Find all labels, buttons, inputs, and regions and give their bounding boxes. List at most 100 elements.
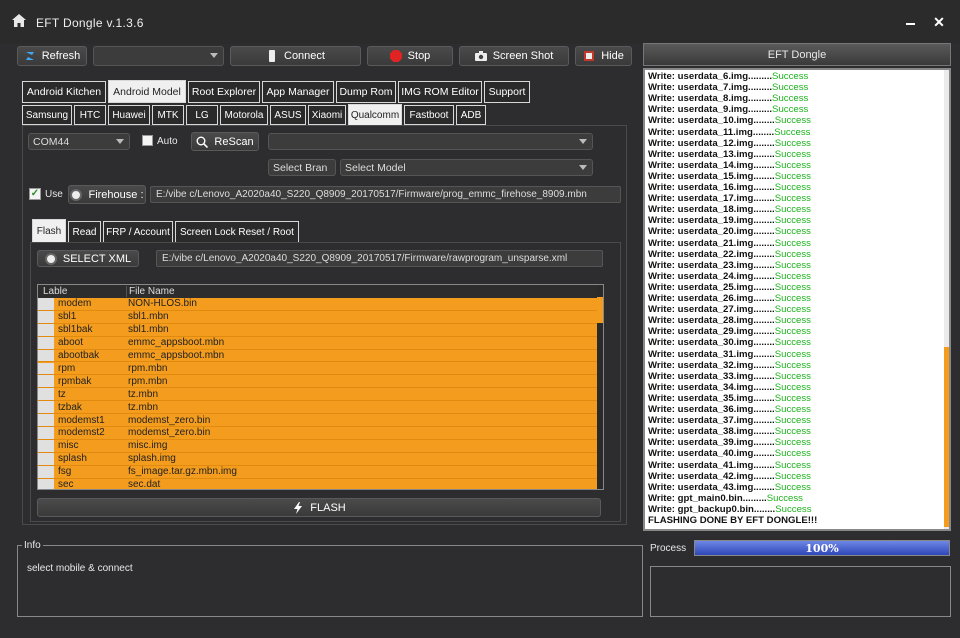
tab-mtk[interactable]: MTK [152,105,184,125]
log-line: Write: userdata_35.img........Success [648,393,811,404]
log-line: Write: userdata_18.img........Success [648,204,811,215]
column-header-filename[interactable]: File Name [126,286,175,297]
log-line: Write: userdata_38.img........Success [648,426,811,437]
use-firehose-checkbox[interactable]: ✓ [29,188,41,200]
hide-icon [584,51,595,61]
tab-samsung[interactable]: Samsung [22,105,72,125]
row-gutter [38,349,54,362]
refresh-button[interactable]: Refresh [17,46,87,66]
tab-android-kitchen[interactable]: Android Kitchen [22,81,106,103]
tab-asus[interactable]: ASUS [270,105,306,125]
log-status: Success [774,215,811,227]
log-message: Write: userdata_32.img........ [648,359,775,371]
log-message: Write: userdata_31.img........ [648,348,775,360]
log-status: Success [772,104,809,116]
column-header-label[interactable]: Lable [38,286,126,297]
tab-fastboot[interactable]: Fastboot [404,105,454,125]
rescan-button[interactable]: ReScan [191,132,259,151]
log-status: Success [774,437,811,449]
log-status: Success [774,115,811,127]
xml-path-field[interactable]: E:/vibe c/Lenovo_A2020a40_S220_Q8909_201… [156,250,603,267]
table-row[interactable]: splash splash.img [38,452,597,466]
log-message: Write: userdata_16.img........ [648,182,775,193]
flash-button[interactable]: FLASH [37,498,601,517]
tab-motorola[interactable]: Motorola [220,105,268,125]
tab-root-explorer[interactable]: Root Explorer [188,81,260,103]
tab-read[interactable]: Read [68,221,101,243]
table-row[interactable]: modemst2 modemst_zero.bin [38,427,597,440]
table-row[interactable]: aboot emmc_appsboot.mbn [38,336,597,350]
connect-button[interactable]: Connect [230,46,361,66]
table-row[interactable]: sec sec.dat [38,478,597,489]
log-line: Write: userdata_32.img........Success [648,360,811,371]
log-message: Write: userdata_17.img........ [648,193,775,205]
tab-android-model[interactable]: Android Model [108,80,186,103]
log-status: Success [774,381,811,393]
tab-huawei[interactable]: Huawei [108,105,150,125]
log-status: Success [774,370,811,382]
minimize-button[interactable] [898,10,922,34]
log-scrollbar[interactable] [944,70,949,529]
tab-frp-account[interactable]: FRP / Account [103,221,173,243]
com-port-dropdown[interactable]: COM44 [28,133,130,150]
table-row[interactable]: sbl1bak sbl1.mbn [38,323,597,337]
log-status: Success [774,148,811,160]
tab-flash[interactable]: Flash [32,219,66,243]
tab-label: Root Explorer [191,86,257,98]
table-row[interactable]: misc misc.img [38,439,597,453]
table-scrollbar[interactable] [597,285,603,489]
partition-file: rpm.mbn [128,375,168,387]
port-detail-dropdown[interactable] [268,133,593,150]
model-select[interactable]: Select Model [340,159,593,176]
table-row[interactable]: abootbak emmc_appsboot.mbn [38,349,597,363]
tab-xiaomi[interactable]: Xiaomi [308,105,346,125]
close-button[interactable]: ✕ [927,10,951,34]
tab-app-manager[interactable]: App Manager [262,81,334,103]
row-gutter [38,427,54,439]
log-status: Success [774,237,811,249]
log-status: Success [774,404,811,415]
table-row[interactable]: modemst1 modemst_zero.bin [38,414,597,427]
table-row[interactable]: sbl1 sbl1.mbn [38,310,597,324]
row-gutter [38,452,54,465]
partition-file: modemst_zero.bin [128,414,211,426]
firehose-path-field[interactable]: E:/vibe c/Lenovo_A2020a40_S220_Q8909_201… [150,186,621,203]
device-dropdown[interactable] [93,46,224,66]
tab-label: Dump Rom [339,86,393,98]
tab-dump-rom[interactable]: Dump Rom [336,81,396,103]
table-row[interactable]: tz tz.mbn [38,388,597,402]
tab-support[interactable]: Support [484,81,530,103]
log-line: Write: userdata_25.img........Success [648,282,811,293]
refresh-label: Refresh [41,50,81,62]
table-row[interactable]: rpmbak rpm.mbn [38,375,597,389]
tab-screen-lock-reset[interactable]: Screen Lock Reset / Root [175,221,299,243]
log-status: Success [774,204,811,216]
log-line: Write: userdata_24.img........Success [648,271,811,282]
hide-label: Hide [601,50,624,62]
hide-button[interactable]: Hide [575,46,632,66]
tab-htc[interactable]: HTC [74,105,106,125]
log-line: Write: userdata_8.img.........Success [648,93,808,104]
screenshot-button[interactable]: Screen Shot [459,46,569,66]
log-status: Success [774,270,811,282]
table-row[interactable]: fsg fs_image.tar.gz.mbn.img [38,465,597,479]
row-gutter [38,375,54,388]
stop-button[interactable]: Stop [367,46,453,66]
table-row[interactable]: tzbak tz.mbn [38,401,597,415]
brand-select[interactable]: Select Bran [268,159,336,176]
table-row[interactable]: modem NON-HLOS.bin [38,298,597,311]
model-select-value: Select Model [345,161,406,174]
log-scroll-thumb[interactable] [944,347,949,527]
table-scroll-thumb[interactable] [597,297,603,323]
table-row[interactable]: rpm rpm.mbn [38,362,597,376]
log-line: Write: userdata_20.img........Success [648,226,811,237]
firehose-button[interactable]: Firehouse : [68,185,146,204]
tab-img-rom-editor[interactable]: IMG ROM Editor [398,81,482,103]
tab-lg[interactable]: LG [186,105,218,125]
tab-adb[interactable]: ADB [456,105,486,125]
log-status: Success [774,448,811,460]
log-message: Write: userdata_22.img........ [648,248,775,260]
select-xml-button[interactable]: SELECT XML [37,250,139,267]
auto-checkbox[interactable] [142,135,153,146]
tab-qualcomm[interactable]: Qualcomm [348,104,402,126]
